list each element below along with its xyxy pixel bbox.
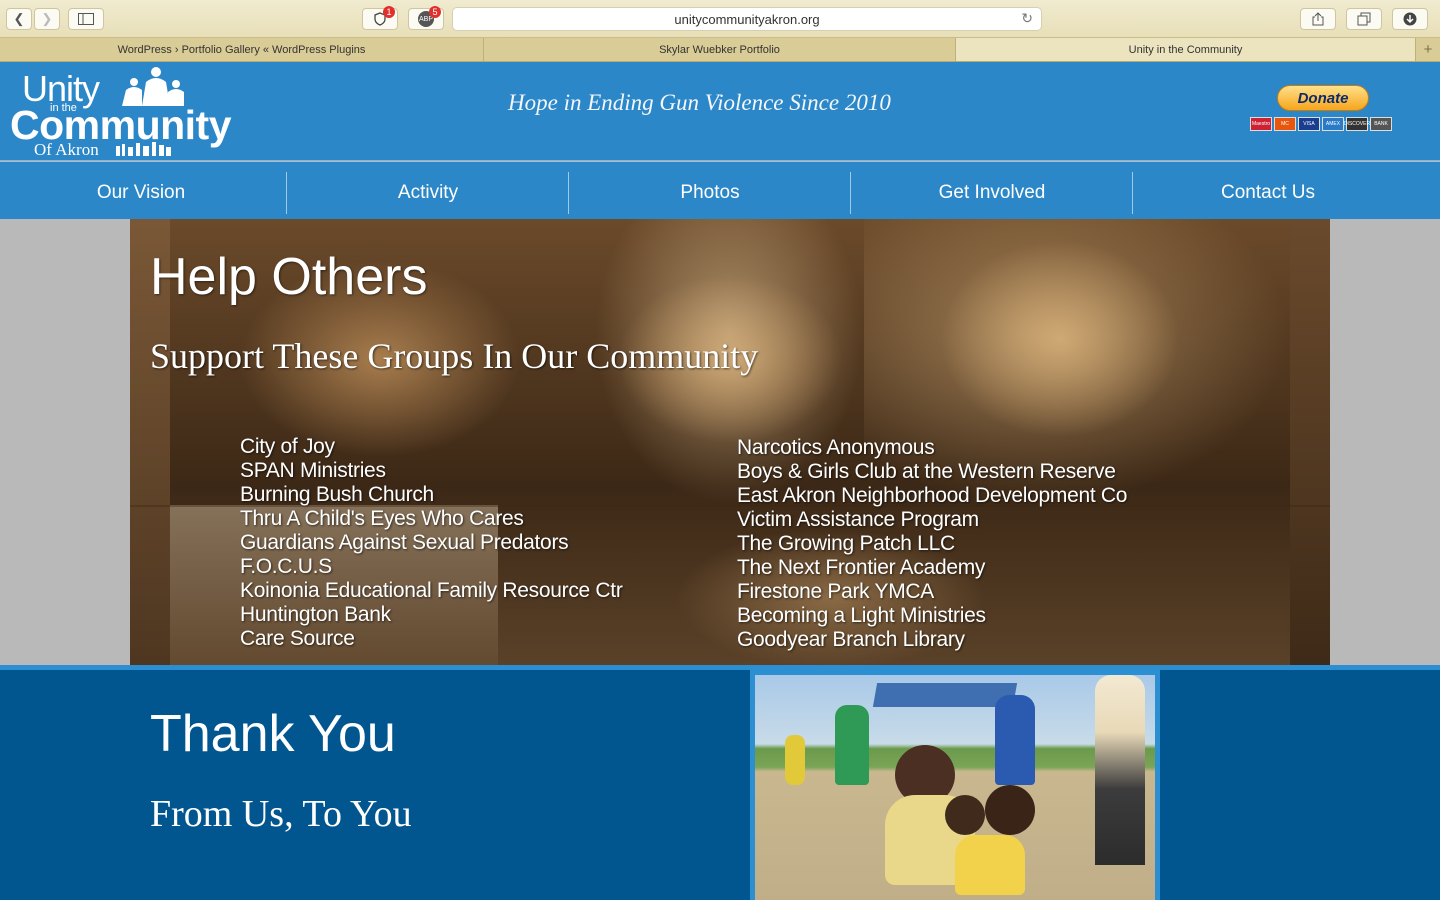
list-item: Firestone Park YMCA [737,580,934,603]
tabs-icon [1357,12,1371,26]
thank-you-section: Thank You From Us, To You [0,665,1440,900]
card-icon: AMEX [1322,117,1344,131]
list-item: City of Joy [240,435,335,458]
card-icon: DISCOVER [1344,117,1370,131]
list-item: SPAN Ministries [240,459,386,482]
groups-list-right: Narcotics Anonymous Boys & Girls Club at… [737,436,1127,652]
card-icon: VISA [1298,117,1320,131]
card-icon: MC [1274,117,1296,131]
share-icon [1312,12,1324,26]
hero-banner: Help Others Support These Groups In Our … [130,219,1330,665]
list-item: The Next Frontier Academy [737,556,986,579]
list-item: Boys & Girls Club at the Western Reserve [737,460,1116,483]
adblock-badge: 5 [429,6,441,18]
donate-button[interactable]: Donate [1277,85,1369,111]
privacy-badge: 1 [383,6,395,18]
list-item: F.O.C.U.S [240,555,332,578]
list-item: The Growing Patch LLC [737,532,955,555]
sidebar-toggle-button[interactable] [68,8,104,30]
back-button[interactable]: ❮ [6,8,32,30]
logo-line4: Of Akron [34,140,99,159]
hero-title: Help Others [150,248,428,306]
list-item: Narcotics Anonymous [737,436,935,459]
thank-you-title: Thank You [150,705,396,763]
nav-photos[interactable]: Photos [569,172,851,214]
forward-button[interactable]: ❯ [34,8,60,30]
list-item: Guardians Against Sexual Predators [240,531,569,554]
list-item: Koinonia Educational Family Resource Ctr [240,579,623,602]
list-item: East Akron Neighborhood Development Co [737,484,1128,507]
list-item: Thru A Child's Eyes Who Cares [240,507,524,530]
chevron-left-icon: ❮ [13,11,25,26]
nav-our-vision[interactable]: Our Vision [0,172,282,214]
payment-cards: Maestro MC VISA AMEX DISCOVER BANK [1250,117,1392,131]
nav-activity[interactable]: Activity [287,172,569,214]
chevron-right-icon: ❯ [41,11,53,26]
nav-contact-us[interactable]: Contact Us [1133,172,1403,214]
tab-title: WordPress › Portfolio Gallery « WordPres… [117,43,366,56]
tab-portfolio[interactable]: Skylar Wuebker Portfolio [484,38,956,61]
tab-unity[interactable]: Unity in the Community [956,38,1416,61]
list-item: Becoming a Light Ministries [737,604,986,627]
url-text: unitycommunityakron.org [674,11,820,27]
list-item: Goodyear Branch Library [737,628,965,651]
city-silhouette-icon [116,142,171,156]
tab-title: Unity in the Community [1128,43,1243,56]
community-photo [750,670,1160,900]
card-icon: BANK [1370,117,1392,131]
groups-list-left: City of Joy SPAN Ministries Burning Bush… [240,435,623,651]
adblock-extension-button[interactable]: ABP 5 [408,6,444,30]
privacy-extension-button[interactable]: 1 [362,6,398,30]
tabs-overview-button[interactable] [1346,8,1382,30]
new-tab-button[interactable]: + [1416,38,1440,61]
address-bar[interactable]: unitycommunityakron.org ↻ [452,7,1042,31]
reload-icon[interactable]: ↻ [1021,10,1033,27]
site-logo[interactable]: Unity in the Community Of Akron [10,66,232,159]
tab-title: Skylar Wuebker Portfolio [659,43,780,56]
sidebar-icon [78,13,94,25]
list-item: Victim Assistance Program [737,508,979,531]
tab-bar: WordPress › Portfolio Gallery « WordPres… [0,38,1440,62]
site-header: Unity in the Community Of Akron Hope in … [0,62,1440,161]
download-icon [1403,12,1417,26]
hero-subtitle: Support These Groups In Our Community [150,336,759,376]
plus-icon: + [1423,41,1433,58]
nav-get-involved[interactable]: Get Involved [851,172,1133,214]
main-nav: Our Vision Activity Photos Get Involved … [0,162,1440,219]
photo-image [755,675,1155,900]
card-icon: Maestro [1250,117,1272,131]
list-item: Huntington Bank [240,603,391,626]
tab-wordpress[interactable]: WordPress › Portfolio Gallery « WordPres… [0,38,484,61]
browser-toolbar: ❮ ❯ 1 ABP 5 unitycommunityakron.org ↻ [0,0,1440,38]
list-item: Burning Bush Church [240,483,434,506]
site-tagline: Hope in Ending Gun Violence Since 2010 [508,90,891,115]
list-item: Care Source [240,627,355,650]
share-button[interactable] [1300,8,1336,30]
thank-you-subtitle: From Us, To You [150,793,412,835]
downloads-button[interactable] [1392,8,1428,30]
